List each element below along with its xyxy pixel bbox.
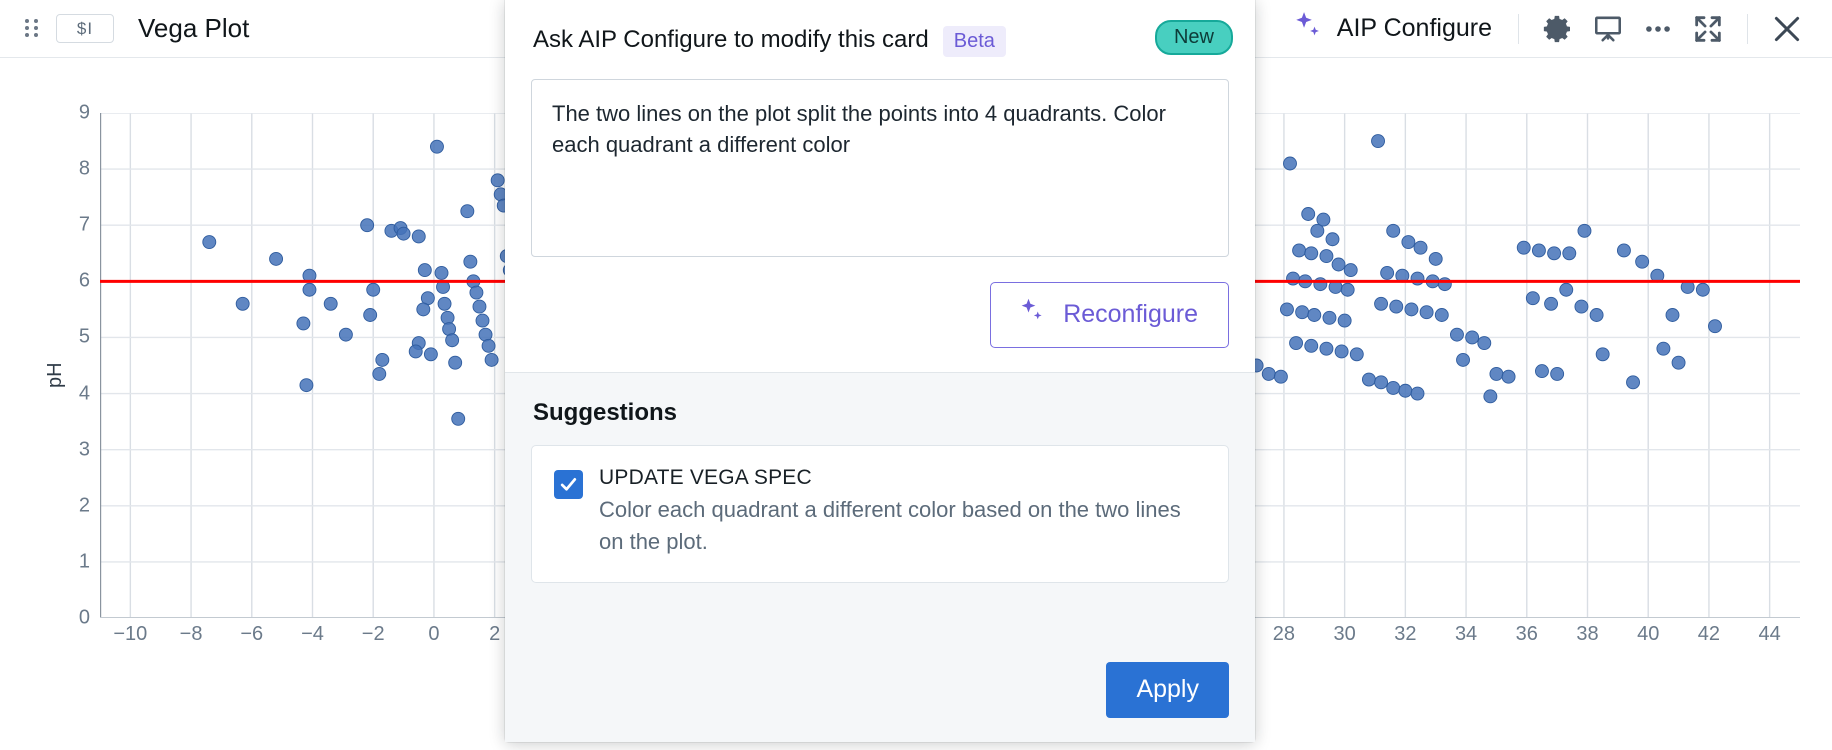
x-tick-label: 30 [1333,623,1356,645]
reconfigure-button[interactable]: Reconfigure [990,282,1229,348]
x-tick-label: 32 [1394,623,1417,645]
y-tick-label: 1 [78,550,90,573]
header-actions: AIP Configure [1279,4,1832,54]
y-tick-label: 6 [78,269,90,292]
x-tick-label: 44 [1758,623,1781,645]
dialog-title: Ask AIP Configure to modify this card [533,26,929,53]
presentation-icon[interactable] [1583,4,1633,54]
y-tick-label: 4 [78,382,90,405]
x-tick-label: −2 [361,623,385,645]
x-tick-label: 2 [489,623,501,645]
expand-icon[interactable] [1683,4,1733,54]
x-tick-label: −4 [301,623,324,645]
x-tick-label: 28 [1272,623,1296,645]
aip-configure-button[interactable]: AIP Configure [1279,9,1504,48]
x-tick-label: 0 [428,623,440,645]
suggestions-heading: Suggestions [533,399,678,426]
x-tick-label: 36 [1515,623,1538,645]
y-tick-label: 8 [78,157,90,180]
sparkle-icon [1291,9,1325,48]
dialog-footer: Apply [505,640,1255,742]
dialog-header: Ask AIP Configure to modify this card Be… [505,0,1255,57]
divider [1518,13,1519,44]
aip-configure-dialog: Ask AIP Configure to modify this card Be… [505,0,1255,742]
x-tick-label: 34 [1454,623,1478,645]
new-badge: New [1154,20,1233,55]
prompt-section [505,57,1255,262]
reconfigure-label: Reconfigure [1063,300,1198,328]
close-icon[interactable] [1762,4,1812,54]
page-title: Vega Plot [138,13,250,43]
x-tick-label: 40 [1637,623,1660,645]
y-tick-label: 5 [78,325,90,348]
x-tick-label: 42 [1697,623,1721,645]
currency-pill[interactable]: $I [56,14,114,43]
more-options-icon[interactable] [1633,4,1683,54]
x-tick-label: −6 [240,623,264,645]
aip-configure-label: AIP Configure [1336,14,1492,42]
suggestion-label: UPDATE VEGA SPEC [599,466,812,489]
gear-icon[interactable] [1533,4,1583,54]
x-tick-label: 38 [1576,623,1599,645]
vega-plot-card: $I Vega Plot AIP Configure pH 0 1 2 3 4 … [0,0,1832,750]
y-tick-label: 2 [78,494,90,517]
x-tick-label: −10 [113,623,148,645]
divider [1747,13,1748,44]
reconfigure-row: Reconfigure [505,262,1255,372]
drag-dots-icon[interactable] [22,17,42,41]
suggestion-item[interactable]: UPDATE VEGA SPEC Color each quadrant a d… [531,445,1229,583]
suggestion-text: UPDATE VEGA SPEC Color each quadrant a d… [599,466,1206,558]
prompt-input[interactable] [531,79,1229,257]
y-tick-label: 3 [78,438,90,461]
y-axis-ticks: 0 1 2 3 4 5 6 7 8 9 [52,102,98,629]
x-tick-label: −8 [179,623,203,645]
y-tick-label: 0 [78,606,90,629]
y-tick-label: 7 [78,213,90,236]
y-tick-label: 9 [78,101,90,124]
sparkle-icon [1017,296,1047,333]
beta-badge: Beta [942,26,1006,57]
suggestion-description: Color each quadrant a different color ba… [599,497,1181,554]
suggestions-section: Suggestions UPDATE VEGA SPEC Color each … [505,373,1255,640]
apply-button[interactable]: Apply [1106,662,1229,718]
suggestion-checkbox[interactable] [554,470,583,499]
